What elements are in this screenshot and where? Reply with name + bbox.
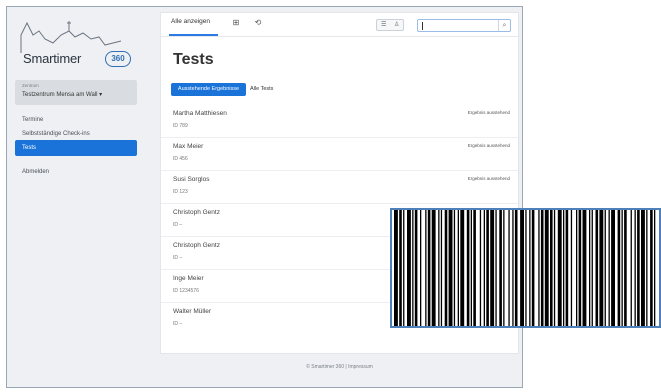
table-row[interactable]: Max Meier ID 456 Ergebnis ausstehend [161, 138, 518, 171]
row-id: ID 456 [173, 156, 188, 162]
center-value: Testzentrum Mensa am Wall ▾ [22, 92, 103, 98]
filter-all-button[interactable]: Alle Tests [247, 83, 287, 96]
tab-active-indicator [169, 34, 218, 36]
row-id: ID – [173, 321, 183, 327]
row-status: Ergebnis ausstehend [467, 143, 510, 148]
filter-pending-button[interactable]: Ausstehende Ergebnisse [171, 83, 246, 96]
brand-name: Smartimer [23, 51, 82, 66]
center-select[interactable]: Zentrum Testzentrum Mensa am Wall ▾ [15, 80, 137, 105]
sidebar-item-tests[interactable]: Tests [15, 140, 137, 156]
row-name: Martha Matthiesen [173, 110, 227, 117]
view-toggle[interactable]: ☰ ♙ [376, 19, 404, 31]
row-name: Max Meier [173, 143, 204, 150]
table-row[interactable]: Martha Matthiesen ID 789 Ergebnis ausste… [161, 105, 518, 138]
grid-icon[interactable]: ⊞ [231, 18, 241, 28]
tab-all[interactable]: Alle anzeigen [171, 18, 210, 25]
app-window: Smartimer 360 Zentrum Testzentrum Mensa … [6, 6, 523, 388]
page-title: Tests [173, 51, 214, 68]
search-input[interactable]: ⌕ [417, 19, 511, 32]
barcode-icon [394, 210, 656, 326]
row-status: Ergebnis ausstehend [467, 176, 510, 181]
row-status: Ergebnis ausstehend [467, 110, 510, 115]
row-name: Susi Sorglos [173, 176, 210, 183]
search-caret [422, 22, 423, 30]
row-name: Christoph Gentz [173, 242, 220, 249]
top-toolbar: Alle anzeigen ⊞ ⟲ ☰ ♙ ⌕ [161, 13, 518, 37]
brand-badge: 360 [105, 51, 131, 67]
row-id: ID – [173, 222, 183, 228]
row-name: Christoph Gentz [173, 209, 220, 216]
sync-icon[interactable]: ⟲ [253, 18, 263, 28]
sidebar-item-abmelden[interactable]: Abmelden [15, 164, 137, 180]
row-id: ID – [173, 255, 183, 261]
search-icon[interactable]: ⌕ [498, 20, 510, 31]
table-row[interactable]: Susi Sorglos ID 123 Ergebnis ausstehend [161, 171, 518, 204]
footer: © Smartimer 360 | Impressum [306, 364, 373, 370]
person-icon[interactable]: ♙ [394, 21, 399, 28]
list-view-icon[interactable]: ☰ [381, 21, 386, 28]
center-label: Zentrum [22, 83, 39, 88]
sidebar: Smartimer 360 Zentrum Testzentrum Mensa … [7, 7, 147, 387]
barcode-overlay [390, 208, 661, 328]
row-id: ID 123 [173, 189, 188, 195]
row-name: Walter Müller [173, 308, 212, 315]
row-id: ID 789 [173, 123, 188, 129]
row-name: Inge Meier [173, 275, 204, 282]
logo: Smartimer 360 [13, 13, 139, 71]
row-id: ID 1234576 [173, 288, 199, 294]
